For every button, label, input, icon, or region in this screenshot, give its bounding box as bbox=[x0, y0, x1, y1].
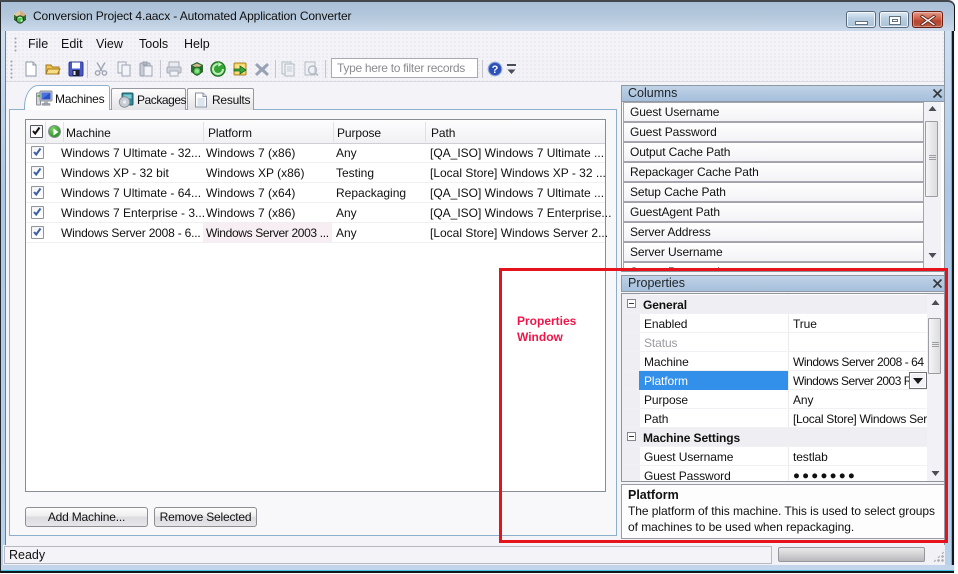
svg-text:?: ? bbox=[492, 64, 499, 76]
